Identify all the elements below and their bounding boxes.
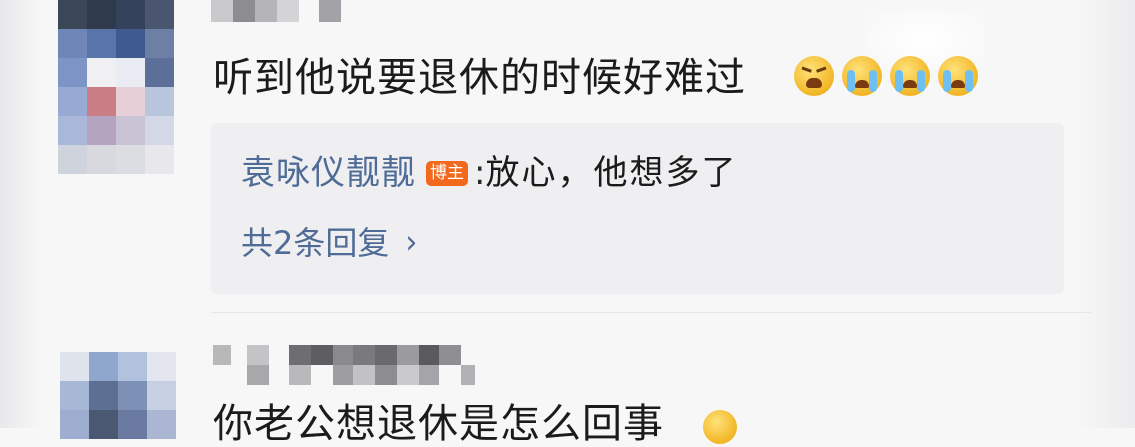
- crying-face-emoji: [938, 56, 978, 96]
- comment-text: 你老公想退休是怎么回事: [213, 401, 664, 447]
- crying-face-emoji: [703, 410, 737, 444]
- username-redacted[interactable]: [211, 0, 359, 22]
- avatar[interactable]: [60, 352, 176, 439]
- reply-author-link[interactable]: 袁咏仪靓靓: [241, 156, 416, 190]
- reply-preview-box[interactable]: 袁咏仪靓靓 博主 : 放心，他想多了 共2条回复 ›: [211, 123, 1064, 294]
- reply-text: 放心，他想多了: [485, 153, 738, 193]
- comment-divider: [211, 312, 1091, 313]
- author-badge: 博主: [426, 160, 468, 186]
- comment-text: 听到他说要退休的时候好难过: [213, 55, 746, 101]
- crying-face-emoji: [890, 56, 930, 96]
- crying-face-emoji: [842, 56, 882, 96]
- left-edge-shade: [0, 0, 40, 428]
- view-replies-link[interactable]: 共2条回复 ›: [241, 223, 418, 262]
- reply-colon: :: [474, 153, 486, 193]
- username-redacted[interactable]: [213, 345, 475, 385]
- tired-face-emoji: [794, 56, 834, 96]
- reply-count-label: 共2条回复: [241, 224, 390, 262]
- emoji-row: [794, 56, 978, 96]
- right-edge-shade: [1075, 0, 1135, 428]
- avatar[interactable]: [58, 0, 174, 174]
- chevron-right-icon: ›: [405, 223, 418, 262]
- reply-item: 袁咏仪靓靓 博主 : 放心，他想多了: [241, 156, 737, 190]
